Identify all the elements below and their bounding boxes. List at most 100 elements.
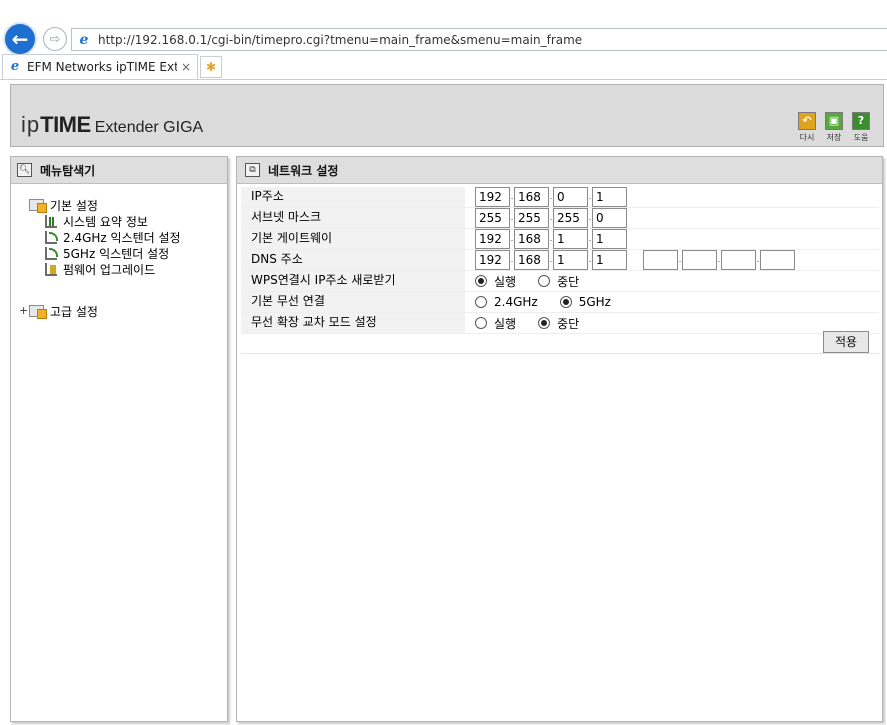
mode-stop-label: 중단 bbox=[557, 316, 580, 331]
label-cross-mode: 무선 확장 교차 모드 설정 bbox=[241, 313, 465, 333]
logo-ip: ip bbox=[21, 112, 41, 137]
refresh-button[interactable]: ↶ 다시 bbox=[794, 112, 820, 143]
logo-time: TIME bbox=[40, 112, 91, 137]
row-subnet-mask: 서브넷 마스크 255. 255. 255. 0 bbox=[241, 208, 879, 229]
label-subnet-mask: 서브넷 마스크 bbox=[241, 208, 465, 228]
network-settings-header: ⧉ 네트워크 설정 bbox=[237, 157, 882, 184]
logo-product: Extender GIGA bbox=[94, 119, 204, 136]
ip-octet-4[interactable]: 1 bbox=[592, 187, 627, 207]
subnet-octet-2[interactable]: 255 bbox=[514, 208, 549, 228]
gateway-fields: 192. 168. 1. 1 bbox=[465, 229, 879, 249]
apply-button[interactable]: 적용 bbox=[823, 331, 869, 353]
back-button[interactable]: ← bbox=[3, 22, 37, 56]
gateway-octet-2[interactable]: 168 bbox=[514, 229, 549, 249]
forward-button[interactable]: ⇨ bbox=[43, 27, 67, 51]
wifi-icon bbox=[45, 230, 58, 244]
window-icon: ⧉ bbox=[245, 163, 260, 177]
row-wps-renew: WPS연결시 IP주소 새로받기 실행 중단 bbox=[241, 271, 879, 292]
wireless-5ghz-radio[interactable]: 5GHz bbox=[559, 295, 611, 309]
menu-advanced-settings[interactable]: 고급 설정 bbox=[29, 303, 98, 319]
dns1-octet-4[interactable]: 1 bbox=[592, 250, 627, 270]
label-default-wireless: 기본 무선 연결 bbox=[241, 292, 465, 312]
gateway-octet-3[interactable]: 1 bbox=[553, 229, 588, 249]
menu-item-5ghz-extender[interactable]: 5GHz 익스텐더 설정 bbox=[45, 245, 181, 261]
wps-stop-radio[interactable]: 중단 bbox=[538, 273, 579, 290]
new-tab-button[interactable]: ✱ bbox=[200, 56, 222, 78]
mode-run-radio[interactable]: 실행 bbox=[475, 315, 516, 332]
radio-unchecked-icon bbox=[475, 317, 487, 329]
address-bar[interactable]: e http://192.168.0.1/cgi-bin/timepro.cgi… bbox=[71, 28, 887, 51]
menu-basic-settings[interactable]: 기본 설정 bbox=[29, 197, 181, 213]
ip-octet-3[interactable]: 0 bbox=[553, 187, 588, 207]
menu-item-system-summary[interactable]: 시스템 요약 정보 bbox=[45, 213, 181, 229]
wireless-24ghz-radio[interactable]: 2.4GHz bbox=[475, 295, 538, 309]
dns2-octet-3[interactable] bbox=[721, 250, 756, 270]
gateway-octet-4[interactable]: 1 bbox=[592, 229, 627, 249]
folder-icon bbox=[29, 305, 47, 319]
cross-mode-options: 실행 중단 bbox=[465, 313, 879, 333]
radio-checked-icon bbox=[475, 275, 487, 287]
mode-run-label: 실행 bbox=[494, 316, 517, 331]
dns2-octet-2[interactable] bbox=[682, 250, 717, 270]
menu-explorer-title: 메뉴탐색기 bbox=[40, 163, 96, 178]
menu-explorer-panel: 🔍︎ 메뉴탐색기 기본 설정 시스템 요약 정보 2.4GHz 익스텐더 설정 … bbox=[10, 156, 228, 722]
row-default-wireless: 기본 무선 연결 2.4GHz 5GHz bbox=[241, 292, 879, 313]
ip-octet-1[interactable]: 192 bbox=[475, 187, 510, 207]
help-button[interactable]: ? 도움 bbox=[848, 112, 874, 143]
browser-tab[interactable]: e EFM Networks ipTIME Exte... × bbox=[2, 54, 198, 79]
dns1-octet-1[interactable]: 192 bbox=[475, 250, 510, 270]
gateway-octet-1[interactable]: 192 bbox=[475, 229, 510, 249]
menu-basic-label: 기본 설정 bbox=[50, 198, 98, 213]
folder-icon bbox=[29, 199, 47, 213]
arrow-left-icon: ← bbox=[11, 27, 29, 51]
wps-options: 실행 중단 bbox=[465, 271, 879, 291]
apply-row: 적용 bbox=[241, 331, 879, 354]
menu-item-24ghz-extender[interactable]: 2.4GHz 익스텐더 설정 bbox=[45, 229, 181, 245]
chart-icon bbox=[45, 214, 57, 228]
subnet-octet-4[interactable]: 0 bbox=[592, 208, 627, 228]
menu-item-label: 시스템 요약 정보 bbox=[63, 214, 148, 229]
settings-table: IP주소 192. 168. 0. 1 서브넷 마스크 255. 255. 25… bbox=[241, 187, 879, 334]
ie-icon: e bbox=[10, 59, 20, 74]
menu-explorer-header: 🔍︎ 메뉴탐색기 bbox=[11, 157, 227, 184]
row-dns-address: DNS 주소 192. 168. 1. 1 . . . bbox=[241, 250, 879, 271]
row-default-gateway: 기본 게이트웨이 192. 168. 1. 1 bbox=[241, 229, 879, 250]
dns1-octet-3[interactable]: 1 bbox=[553, 250, 588, 270]
ip-octet-2[interactable]: 168 bbox=[514, 187, 549, 207]
save-button[interactable]: ▣ 저장 bbox=[821, 112, 847, 143]
magnifier-icon: 🔍︎ bbox=[17, 163, 32, 177]
save-icon: ▣ bbox=[825, 112, 843, 130]
wifi-icon bbox=[45, 246, 58, 260]
browser-chrome: ← ⇨ e http://192.168.0.1/cgi-bin/timepro… bbox=[0, 0, 887, 80]
wps-run-label: 실행 bbox=[494, 274, 517, 289]
router-header: ip TIME Extender GIGA ↶ 다시 ▣ 저장 ? 도움 bbox=[10, 84, 884, 147]
upgrade-icon bbox=[45, 262, 57, 276]
tab-title: EFM Networks ipTIME Exte... bbox=[27, 60, 177, 74]
ie-icon: e bbox=[79, 31, 89, 48]
expand-icon[interactable]: + bbox=[19, 304, 28, 317]
dns1-octet-2[interactable]: 168 bbox=[514, 250, 549, 270]
wireless-options: 2.4GHz 5GHz bbox=[465, 292, 879, 312]
tab-strip: e EFM Networks ipTIME Exte... × ✱ bbox=[0, 53, 887, 80]
network-settings-panel: ⧉ 네트워크 설정 IP주소 192. 168. 0. 1 서브넷 마스크 25… bbox=[236, 156, 883, 722]
wps-stop-label: 중단 bbox=[557, 274, 580, 289]
dns2-octet-4[interactable] bbox=[760, 250, 795, 270]
menu-item-firmware-upgrade[interactable]: 펌웨어 업그레이드 bbox=[45, 261, 181, 277]
wireless-5ghz-label: 5GHz bbox=[578, 295, 611, 309]
menu-tree-advanced: 고급 설정 bbox=[29, 303, 98, 319]
wps-run-radio[interactable]: 실행 bbox=[475, 273, 516, 290]
subnet-octet-3[interactable]: 255 bbox=[553, 208, 588, 228]
dns2-octet-1[interactable] bbox=[643, 250, 678, 270]
url-text[interactable]: http://192.168.0.1/cgi-bin/timepro.cgi?t… bbox=[98, 33, 582, 47]
help-icon: ? bbox=[852, 112, 870, 130]
label-ip-address: IP주소 bbox=[241, 187, 465, 207]
label-dns-address: DNS 주소 bbox=[241, 250, 465, 270]
mode-stop-radio[interactable]: 중단 bbox=[538, 315, 579, 332]
wireless-24ghz-label: 2.4GHz bbox=[494, 295, 538, 309]
radio-checked-icon bbox=[559, 296, 572, 308]
help-label: 도움 bbox=[853, 133, 869, 142]
subnet-fields: 255. 255. 255. 0 bbox=[465, 208, 879, 228]
close-icon[interactable]: × bbox=[181, 60, 191, 74]
subnet-octet-1[interactable]: 255 bbox=[475, 208, 510, 228]
label-default-gateway: 기본 게이트웨이 bbox=[241, 229, 465, 249]
